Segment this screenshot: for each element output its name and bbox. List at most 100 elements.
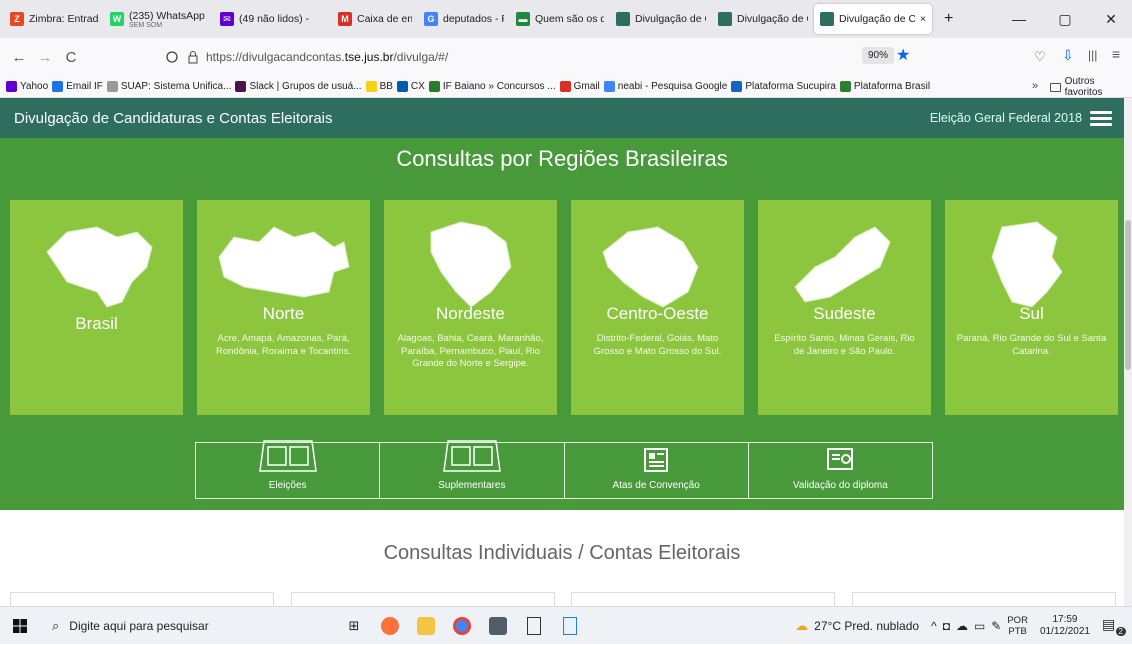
close-tab-icon[interactable]: × bbox=[920, 13, 926, 25]
clock[interactable]: 17:59 01/12/2021 bbox=[1040, 614, 1090, 638]
windows-start-icon[interactable] bbox=[0, 607, 40, 645]
tab-3[interactable]: ✉ (49 não lidos) - bbox=[214, 4, 332, 34]
forward-button[interactable]: → bbox=[32, 49, 58, 66]
firefox-icon[interactable] bbox=[372, 607, 408, 645]
region-tile-4[interactable]: Centro-Oeste Distrito-Federal, Goiás, Mat… bbox=[571, 200, 744, 415]
bookmark-1[interactable]: Yahoo bbox=[6, 81, 48, 92]
bookmark-9[interactable]: neabi - Pesquisa Google bbox=[603, 81, 727, 92]
tab-9[interactable]: Divulgação de Ca × bbox=[814, 4, 932, 34]
lang-bottom: PTB bbox=[1008, 625, 1027, 637]
tse-favicon-icon bbox=[820, 12, 834, 26]
download-icon[interactable]: ⇩ bbox=[1062, 47, 1074, 64]
weather-icon[interactable]: ☁ bbox=[795, 618, 808, 634]
clock-date: 01/12/2021 bbox=[1039, 625, 1090, 637]
consult-button-3[interactable]: Atas de Convenção bbox=[565, 443, 749, 498]
weather-text[interactable]: 27°C Pred. nublado bbox=[814, 619, 919, 633]
menu-icon[interactable]: ≡ bbox=[1112, 46, 1120, 62]
language-indicator[interactable]: POR PTB bbox=[1007, 615, 1028, 637]
zoom-level[interactable]: 90% bbox=[862, 47, 895, 64]
consult-button-2[interactable]: Suplementares bbox=[380, 440, 565, 498]
task-view-icon[interactable]: ⊞ bbox=[336, 607, 372, 645]
bookmark-4[interactable]: Slack | Grupos de usuá... bbox=[235, 81, 362, 92]
tab-7[interactable]: Divulgação de Cand bbox=[610, 4, 712, 34]
region-tile-2[interactable]: Norte Acre, Amapá, Amazonas, Pará, Rondôn… bbox=[197, 200, 370, 415]
tray-app-icon[interactable]: ◘ bbox=[943, 619, 950, 633]
tab-1[interactable]: Z Zimbra: Entrada bbox=[4, 4, 104, 34]
bookmark-10[interactable]: Plataforma Sucupira bbox=[731, 81, 836, 92]
other-bookmarks[interactable]: Outros favoritos bbox=[1050, 76, 1132, 98]
individual-card-4[interactable] bbox=[852, 592, 1116, 606]
tse-favicon-icon bbox=[616, 12, 630, 26]
minimize-button[interactable]: — bbox=[996, 0, 1042, 38]
document-icon[interactable] bbox=[552, 607, 588, 645]
url-bar[interactable]: https://divulgacandcontas. tse.jus.br/div… bbox=[186, 43, 926, 71]
tab-label: (49 não lidos) - bbox=[239, 13, 310, 25]
region-map-icon bbox=[945, 212, 1118, 308]
cloud-icon[interactable]: ☁ bbox=[956, 619, 968, 633]
search-icon: ⌕ bbox=[52, 617, 60, 633]
bookmark-label: Plataforma Sucupira bbox=[745, 81, 836, 92]
hamburger-menu-icon[interactable] bbox=[1090, 110, 1112, 126]
voting-machine-icon bbox=[442, 439, 502, 476]
site-favicon-icon: ▬ bbox=[516, 12, 530, 26]
individual-card-3[interactable] bbox=[571, 592, 835, 606]
url-host: tse.jus.br bbox=[344, 50, 394, 64]
bookmark-favicon-icon bbox=[428, 81, 440, 92]
tab-label: Divulgação de Cand bbox=[737, 13, 808, 25]
scrollbar-thumb[interactable] bbox=[1125, 220, 1131, 370]
tab-5[interactable]: Gdeputados - Pes bbox=[418, 4, 510, 34]
back-button[interactable]: ← bbox=[6, 49, 32, 66]
network-icon[interactable]: ▭ bbox=[974, 619, 985, 633]
shield-icon[interactable] bbox=[166, 48, 180, 64]
bookmark-7[interactable]: IF Baiano » Concursos ... bbox=[428, 81, 556, 92]
bookmark-star-icon[interactable]: ★ bbox=[896, 45, 910, 65]
notifications-icon[interactable]: ▤ 2 bbox=[1102, 616, 1126, 636]
consult-button-label: Atas de Convenção bbox=[612, 480, 700, 491]
election-label[interactable]: Eleição Geral Federal 2018 bbox=[930, 111, 1082, 125]
other-bookmarks-label: Outros favoritos bbox=[1064, 76, 1103, 98]
bookmark-6[interactable]: CX bbox=[396, 81, 425, 92]
region-tile-1[interactable]: Brasil bbox=[10, 200, 183, 415]
maximize-button[interactable]: ▢ bbox=[1042, 0, 1088, 38]
bookmark-2[interactable]: Email IF bbox=[52, 81, 103, 92]
site-brand[interactable]: Divulgação de Candidaturas e Contas Elei… bbox=[14, 110, 333, 127]
tab-8[interactable]: Divulgação de Cand bbox=[712, 4, 814, 34]
consult-button-1[interactable]: Eleições bbox=[196, 440, 381, 498]
new-tab-button[interactable]: + bbox=[932, 4, 965, 34]
bookmarks-bar: Yahoo Email IF SUAP: Sistema Unifica... Sla… bbox=[0, 76, 1132, 98]
site-favicon-icon: W bbox=[110, 12, 124, 26]
tab-label: Divulgação de Ca bbox=[839, 13, 915, 25]
chrome-icon[interactable] bbox=[444, 607, 480, 645]
calculator-icon[interactable] bbox=[480, 607, 516, 645]
individual-card-1[interactable] bbox=[10, 592, 274, 606]
bookmark-8[interactable]: Gmail bbox=[559, 81, 600, 92]
region-tile-5[interactable]: Sudeste Espírito Santo, Minas Gerais, Rio… bbox=[758, 200, 931, 415]
individual-card-2[interactable] bbox=[291, 592, 555, 606]
pocket-icon[interactable]: ♡ bbox=[1034, 49, 1046, 65]
tse-favicon-icon bbox=[718, 12, 732, 26]
reload-button[interactable]: C bbox=[58, 49, 84, 66]
tab-4[interactable]: M Caixa de entrad bbox=[332, 4, 418, 34]
close-window-button[interactable]: ✕ bbox=[1088, 0, 1132, 38]
bookmarks-overflow[interactable]: » bbox=[1032, 80, 1043, 92]
bookmark-favicon-icon bbox=[559, 81, 571, 92]
region-name: Centro-Oeste bbox=[606, 304, 709, 323]
lock-icon[interactable] bbox=[186, 50, 200, 64]
tab-2[interactable]: W (235) WhatsApp SEM SOM bbox=[104, 4, 214, 34]
windows-taskbar: ⌕ Digite aqui para pesquisar ⊞ ☁ 27°C Pr… bbox=[0, 606, 1132, 644]
bookmark-5[interactable]: BB bbox=[365, 81, 393, 92]
tab-6[interactable]: ▬ Quem são os de bbox=[510, 4, 610, 34]
consult-button-4[interactable]: Validação do diploma bbox=[749, 443, 932, 498]
consult-button-label: Suplementares bbox=[438, 480, 506, 491]
region-tile-3[interactable]: Nordeste Alagoas, Bahia, Ceará, Maranhão,… bbox=[384, 200, 557, 415]
bookmark-3[interactable]: SUAP: Sistema Unifica... bbox=[106, 81, 231, 92]
taskbar-search[interactable]: ⌕ Digite aqui para pesquisar bbox=[40, 607, 336, 645]
library-icon[interactable]: ||| bbox=[1088, 48, 1097, 62]
bookmark-11[interactable]: Plataforma Brasil bbox=[839, 81, 930, 92]
region-tile-6[interactable]: Sul Paraná, Rio Grande do Sul e Santa Cat… bbox=[945, 200, 1118, 415]
notepad-icon[interactable] bbox=[516, 607, 552, 645]
tray-chevron-icon[interactable]: ^ bbox=[931, 619, 937, 633]
region-map-icon bbox=[384, 212, 557, 308]
pen-icon[interactable]: ✎ bbox=[991, 619, 1001, 633]
file-explorer-icon[interactable] bbox=[408, 607, 444, 645]
